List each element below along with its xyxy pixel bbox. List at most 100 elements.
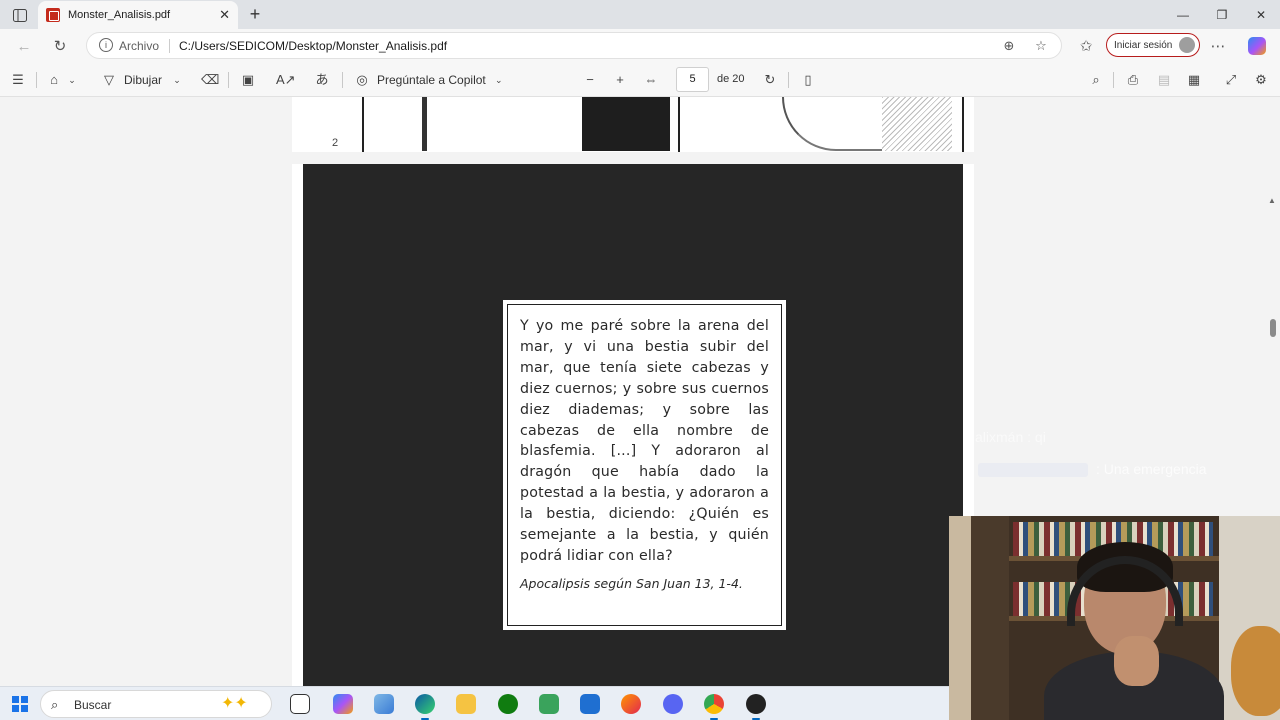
refresh-button[interactable]: ↻ [48, 34, 72, 58]
chat-username-redacted [978, 463, 1088, 477]
origin-label: Archivo [119, 39, 160, 53]
taskbar-search[interactable]: ⌕ Buscar ✦✦ [40, 690, 272, 718]
quote-text: Y yo me paré sobre la arena del mar, y v… [520, 318, 769, 564]
chevron-down-icon: ⌄ [68, 75, 76, 85]
url-text[interactable]: C:/Users/SEDICOM/Desktop/Monster_Analisi… [179, 39, 447, 53]
manga-panel-border [962, 97, 964, 152]
draw-button[interactable]: ▽ Dibujar ⌄ [100, 70, 186, 90]
fit-page-icon: ⇔ [644, 72, 658, 87]
restore-button[interactable]: ❐ [1203, 0, 1241, 29]
manga-drawing [882, 97, 952, 151]
previous-page: 2 [292, 97, 974, 152]
info-icon[interactable]: i [99, 38, 113, 52]
copilot-icon[interactable] [1248, 37, 1266, 55]
tab-close-icon[interactable]: ✕ [219, 7, 230, 23]
chat-overlay-line: alixmán : qi [975, 429, 1046, 445]
new-tab-button[interactable]: + [245, 4, 265, 24]
signin-label: Iniciar sesión [1114, 39, 1173, 51]
contents-icon[interactable]: ☰ [9, 70, 27, 90]
divider [788, 72, 789, 88]
zoom-in-button[interactable]: + [611, 70, 629, 90]
notes-app-icon[interactable] [580, 694, 600, 714]
translate-icon: あ [315, 72, 329, 87]
favorites-icon[interactable]: ✩ [1074, 34, 1098, 58]
divider [1113, 72, 1114, 88]
copilot-ask-icon: ◎ [356, 72, 368, 87]
manga-drawing [422, 97, 427, 151]
copilot-app-icon[interactable] [333, 694, 353, 714]
fullscreen-button[interactable]: ⤢ [1222, 70, 1240, 90]
favorite-star-icon[interactable]: ☆ [1033, 38, 1049, 54]
scrollbar-thumb[interactable] [1270, 319, 1276, 337]
quote-citation: Apocalipsis según San Juan 13, 1-4. [520, 575, 743, 591]
page-number-input[interactable]: 5 [676, 67, 709, 92]
gear-icon: ⚙ [1255, 72, 1267, 87]
pen-icon: ▽ [104, 72, 114, 87]
fit-page-button[interactable]: ⇔ [642, 70, 660, 90]
pdf-toolbar: ☰ ⌂ ⌄ ▽ Dibujar ⌄ ⌫ ▣ A↗ あ ◎ Pregúntale a Co… [0, 62, 1280, 97]
guitar [1231, 626, 1280, 716]
settings-button[interactable]: ⚙ [1252, 70, 1270, 90]
manga-panel-border [678, 97, 680, 152]
address-separator [169, 39, 170, 53]
xbox-icon[interactable] [498, 694, 518, 714]
read-aloud-button[interactable]: A↗ [276, 70, 296, 90]
rotate-button[interactable]: ↻ [761, 70, 779, 90]
manga-drawing [582, 97, 670, 151]
eraser-icon: ⌫ [201, 72, 220, 87]
files-app-icon[interactable] [374, 694, 394, 714]
task-view-icon[interactable] [290, 694, 310, 714]
rotate-icon: ↻ [764, 72, 776, 87]
save-as-icon: ▦ [1187, 72, 1201, 87]
chevron-down-icon: ⌄ [494, 75, 503, 85]
file-explorer-icon[interactable] [456, 694, 476, 714]
signin-button[interactable]: Iniciar sesión [1106, 33, 1200, 57]
page-view-button[interactable]: ▯ [799, 70, 817, 90]
search-button[interactable]: ⌕ [1087, 70, 1105, 90]
translate-button[interactable]: あ [313, 70, 331, 90]
browser-tab[interactable]: Monster_Analisis.pdf ✕ [38, 1, 238, 29]
scroll-up-arrow[interactable]: ▲ [1268, 196, 1276, 205]
edge-icon[interactable] [415, 694, 435, 720]
zoom-icon[interactable]: ⊕ [1001, 38, 1017, 54]
address-bar[interactable]: i Archivo C:/Users/SEDICOM/Desktop/Monst… [86, 32, 1062, 59]
close-window-button[interactable]: ✕ [1242, 0, 1280, 29]
search-placeholder: Buscar [74, 698, 112, 712]
highlight-button[interactable]: ⌂ ⌄ [45, 70, 81, 90]
chrome-icon[interactable] [704, 694, 724, 720]
print-icon: ⎙ [1127, 72, 1139, 87]
webcam-overlay [949, 516, 1280, 720]
more-menu-icon[interactable]: ⋯ [1206, 34, 1230, 58]
back-button[interactable]: ← [12, 34, 36, 58]
save-icon: ▤ [1157, 72, 1171, 87]
save-button[interactable]: ▤ [1155, 70, 1173, 90]
windows-start-icon[interactable] [12, 696, 28, 712]
page-count: de 20 [717, 73, 745, 85]
expand-icon: ⤢ [1225, 72, 1237, 87]
minimize-button[interactable]: — [1164, 0, 1202, 29]
page-view-icon: ▯ [804, 72, 812, 87]
print-button[interactable]: ⎙ [1124, 70, 1142, 90]
eraser-button[interactable]: ⌫ [201, 70, 219, 90]
money-app-icon[interactable] [539, 694, 559, 714]
zoom-out-button[interactable]: − [581, 70, 599, 90]
chevron-down-icon: ⌄ [173, 75, 181, 85]
save-as-button[interactable]: ▦ [1185, 70, 1203, 90]
firefox-icon[interactable] [621, 694, 641, 714]
divider [342, 72, 343, 88]
discord-icon[interactable] [663, 694, 683, 714]
tab-title: Monster_Analisis.pdf [68, 9, 171, 21]
copilot-ask-button[interactable]: ◎ Pregúntale a Copilot ⌄ [353, 70, 508, 90]
obs-icon[interactable] [746, 694, 766, 720]
read-aloud-icon: A↗ [276, 72, 296, 87]
copilot-ask-label: Pregúntale a Copilot [377, 73, 486, 87]
chat-overlay-line: : Una emergencia [1096, 461, 1207, 477]
search-icon: ⌕ [1092, 72, 1100, 87]
text-box-button[interactable]: ▣ [239, 70, 257, 90]
page-number-label: 2 [332, 137, 339, 149]
minus-icon: − [586, 72, 594, 87]
tab-actions-icon[interactable] [10, 6, 30, 24]
text-box-icon: ▣ [241, 72, 255, 87]
current-page: Y yo me paré sobre la arena del mar, y v… [292, 164, 974, 686]
navigation-bar: ← ↻ i Archivo C:/Users/SEDICOM/Desktop/M… [0, 29, 1280, 62]
